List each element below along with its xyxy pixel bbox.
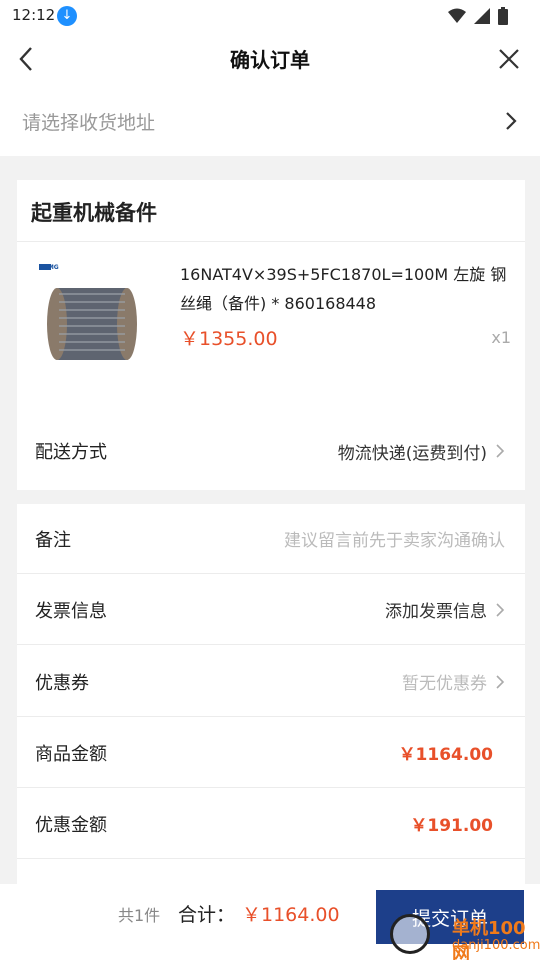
- goods-amount-value: ￥1164.00: [398, 745, 493, 765]
- chevron-right-icon: [496, 674, 505, 689]
- watermark-sub: danji100.com: [452, 938, 540, 953]
- chevron-right-icon: [496, 602, 505, 617]
- shipping-value-wrap: 物流快递(运费到付): [338, 439, 505, 464]
- shipping-label: 配送方式: [35, 442, 107, 463]
- status-bar: 12:12 ↓: [0, 0, 540, 32]
- order-item-card: 起重机械备件 XCMG 16NAT4V×39S+5FC1870L=100M 左旋…: [17, 180, 525, 490]
- chevron-right-icon: [506, 112, 517, 130]
- top-bar: 确认订单: [0, 32, 540, 88]
- product-quantity: x1: [491, 328, 511, 347]
- product-price: ￥1355.00: [180, 328, 278, 350]
- coupon-label: 优惠券: [35, 672, 89, 694]
- shipping-method-row[interactable]: 配送方式 物流快递(运费到付): [17, 416, 525, 486]
- invoice-value: 添加发票信息: [385, 602, 487, 622]
- address-selector[interactable]: 请选择收货地址: [0, 88, 540, 156]
- total-value: ￥1164.00: [242, 904, 340, 926]
- watermark: 单机100网 danji100.com: [390, 912, 540, 960]
- chevron-right-icon: [496, 444, 505, 458]
- shipping-value: 物流快递(运费到付): [337, 443, 487, 464]
- goods-amount-label: 商品金额: [35, 743, 107, 765]
- discount-label: 优惠金额: [35, 814, 107, 836]
- product-logo-text: XCMG: [39, 264, 59, 271]
- status-time: 12:12: [12, 6, 56, 24]
- remark-row[interactable]: 备注 建议留言前先于卖家沟通确认: [17, 504, 525, 574]
- status-icons: [448, 7, 508, 25]
- product-name: 16NAT4V×39S+5FC1870L=100M 左旋 钢丝绳（备件) * 8…: [180, 265, 507, 313]
- product-image: [37, 260, 147, 370]
- coupon-value-wrap: 暂无优惠券: [402, 669, 505, 694]
- battery-icon: [498, 7, 508, 25]
- invoice-row[interactable]: 发票信息 添加发票信息: [17, 575, 525, 645]
- order-details-card: 备注 建议留言前先于卖家沟通确认 发票信息 添加发票信息 优惠券 暂无优惠券 商…: [17, 504, 525, 884]
- remark-input[interactable]: 建议留言前先于卖家沟通确认: [284, 526, 505, 551]
- signal-icon: [474, 8, 490, 24]
- coupon-row[interactable]: 优惠券 暂无优惠券: [17, 647, 525, 717]
- discount-value: ￥191.00: [410, 816, 493, 836]
- wifi-icon: [448, 8, 466, 23]
- watermark-text: 单机100网: [452, 918, 526, 960]
- invoice-label: 发票信息: [35, 600, 107, 622]
- invoice-value-wrap: 添加发票信息: [385, 597, 505, 622]
- product-item[interactable]: XCMG 16NAT4V×39S+5FC1870L=100M 左旋 钢丝绳（备件…: [17, 242, 525, 382]
- item-count: 共1件: [118, 906, 161, 925]
- discount-amount-row: 优惠金额 ￥191.00: [17, 789, 525, 859]
- address-placeholder: 请选择收货地址: [22, 112, 156, 134]
- close-icon[interactable]: [496, 46, 522, 72]
- remark-label: 备注: [35, 529, 71, 551]
- watermark-logo-icon: [390, 914, 430, 954]
- total-label: 合计：: [178, 904, 236, 926]
- download-icon: ↓: [57, 6, 77, 26]
- coupon-value: 暂无优惠券: [402, 674, 487, 694]
- shop-name: 起重机械备件: [17, 180, 525, 242]
- goods-amount-row: 商品金额 ￥1164.00: [17, 718, 525, 788]
- page-title: 确认订单: [230, 48, 310, 72]
